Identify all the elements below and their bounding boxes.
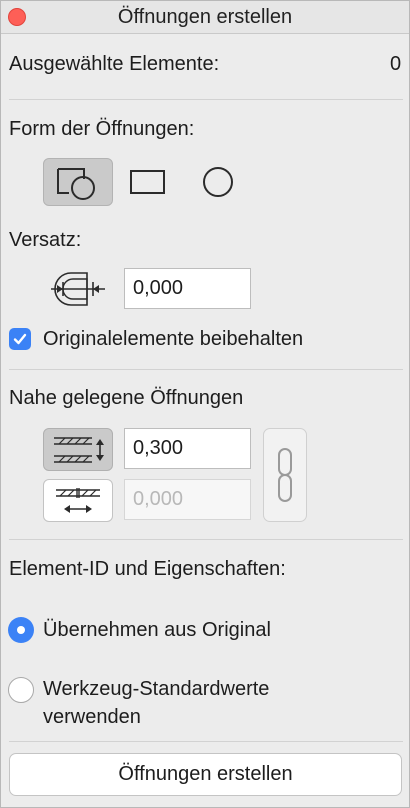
separator [9,539,403,540]
nearby-openings-label: Nahe gelegene Öffnungen [9,387,244,409]
selected-elements-label: Ausgewählte Elemente: [9,53,220,75]
tool-defaults-label-line2[interactable]: verwenden [43,706,141,729]
create-openings-window: Öffnungen erstellen Ausgewählte Elemente… [0,0,410,808]
tool-defaults-label-line1[interactable]: Werkzeug-Standardwerte [43,678,269,701]
offset-label: Versatz: [9,229,82,251]
offset-input[interactable]: 0,000 [124,268,251,309]
nearby-vertical-distance-button[interactable] [43,428,113,471]
offset-icon [51,272,105,306]
element-id-label: Element-ID und Eigenschaften: [9,558,286,580]
create-openings-button[interactable]: Öffnungen erstellen [9,753,402,796]
separator [9,99,403,100]
nearby-horizontal-distance-button[interactable] [43,479,113,522]
circle-icon [203,167,233,197]
shape-rectangle-button[interactable] [113,158,183,206]
rectangle-icon [130,170,165,194]
keep-original-checkbox[interactable] [9,328,31,350]
opening-shape-label: Form der Öffnungen: [9,118,195,140]
shape-from-element-button[interactable] [43,158,113,206]
chain-link-icon [278,448,292,502]
inherit-from-original-radio[interactable] [8,617,34,643]
shape-circle-button[interactable] [183,158,253,206]
horizontal-distance-icon [56,487,100,513]
separator [9,369,403,370]
vertical-distance-icon [54,436,104,463]
checkmark-icon [13,333,27,345]
shape-from-element-icon [57,168,95,200]
nearby-distance-input[interactable]: 0,300 [124,428,251,469]
inherit-from-original-label[interactable]: Übernehmen aus Original [43,619,271,642]
tool-defaults-radio[interactable] [8,677,34,703]
keep-original-label[interactable]: Originalelemente beibehalten [43,328,303,351]
title-bar: Öffnungen erstellen [1,1,409,34]
nearby-horizontal-input[interactable]: 0,000 [124,479,251,520]
selected-elements-count: 0 [390,53,402,75]
link-values-button[interactable] [263,428,307,522]
separator [9,741,403,742]
window-title: Öffnungen erstellen [117,6,293,28]
